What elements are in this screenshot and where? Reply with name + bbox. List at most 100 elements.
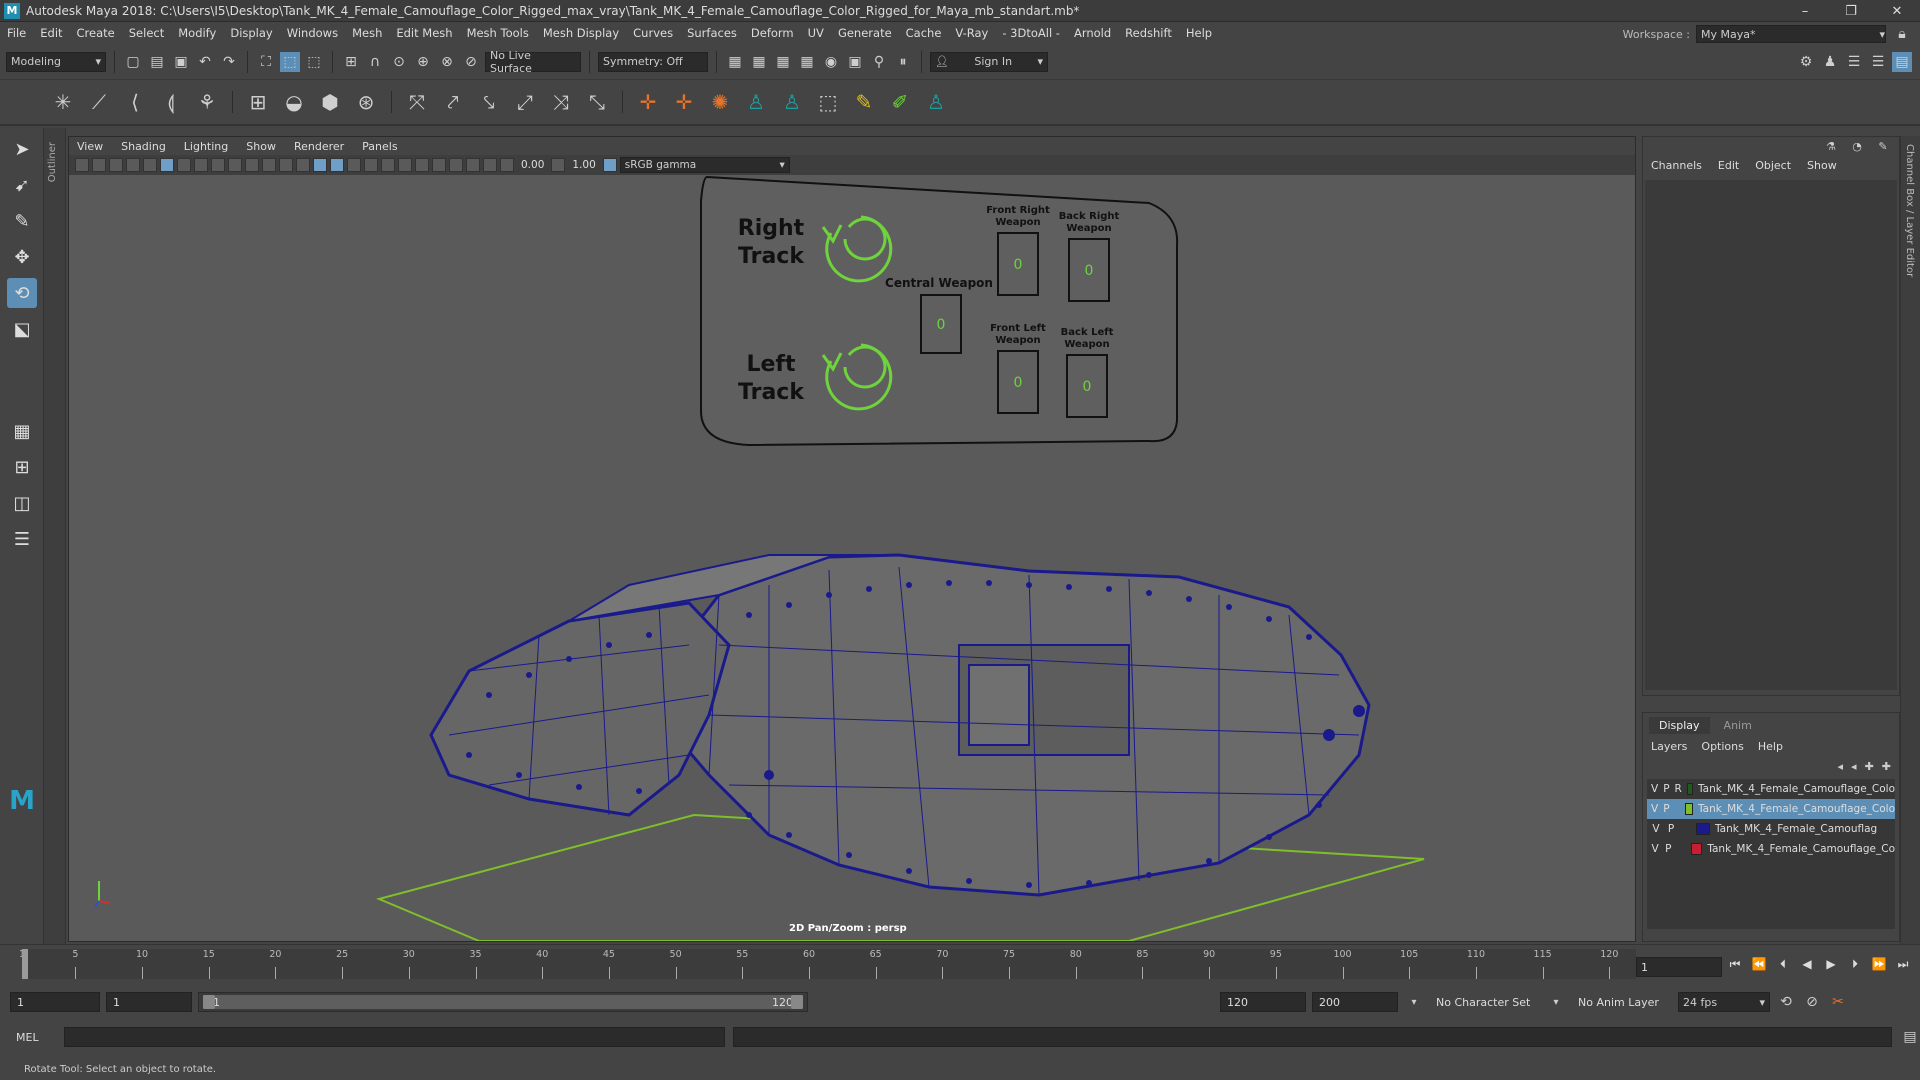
snap-surface-icon[interactable]: ⊗ [437, 52, 457, 72]
bind-skin-icon[interactable]: ⟬ [156, 87, 186, 117]
range-bar[interactable]: 1 120 [198, 992, 808, 1012]
outliner-layout-icon[interactable]: ☰ [7, 524, 37, 554]
quick-rig-icon[interactable]: ♙ [741, 87, 771, 117]
sculpt-icon[interactable]: ◒ [279, 87, 309, 117]
move-layer-up-icon[interactable]: ◂ [1838, 760, 1844, 773]
layer-playback-toggle[interactable]: P [1663, 803, 1669, 815]
four-view-icon[interactable]: ⊞ [7, 452, 37, 482]
camera-select-icon[interactable] [75, 158, 89, 172]
current-frame-field[interactable]: 1 [1636, 957, 1722, 977]
playback-start-field[interactable]: 1 [106, 992, 192, 1012]
menu-surfaces[interactable]: Surfaces [680, 26, 744, 40]
gate-mask-icon[interactable] [228, 158, 242, 172]
workspace-dropdown[interactable]: My Maya* ▾ [1696, 25, 1886, 43]
select-tool-icon[interactable]: ➤ [7, 134, 37, 164]
channel-box-ghost-icon[interactable]: ◔ [1847, 136, 1867, 156]
layer-row[interactable]: V P Tank_MK_4_Female_Camouflage_Co [1647, 839, 1895, 859]
scale-tool-icon[interactable]: ⬕ [7, 314, 37, 344]
channel-box-menu-object[interactable]: Object [1755, 159, 1791, 172]
constraint-parent-icon[interactable]: ⤧ [402, 87, 432, 117]
layer-playback-toggle[interactable]: P [1666, 823, 1676, 835]
script-editor-icon[interactable]: ▤ [1900, 1027, 1920, 1047]
menu-vray[interactable]: V-Ray [948, 26, 995, 40]
gamma-value[interactable]: 1.00 [568, 159, 599, 171]
layer-visibility-toggle[interactable]: V [1651, 823, 1661, 835]
redo-icon[interactable]: ↷ [219, 52, 239, 72]
viewport-canvas[interactable]: Right Track Left Track Central Weapon 0 … [69, 175, 1635, 941]
viewport-menu-view[interactable]: View [77, 140, 103, 153]
safe-action-icon[interactable] [262, 158, 276, 172]
render-setup-icon[interactable]: ▣ [845, 52, 865, 72]
film-gate-icon[interactable] [194, 158, 208, 172]
persp-outliner-icon[interactable]: ◫ [7, 488, 37, 518]
menu-help[interactable]: Help [1179, 26, 1219, 40]
render-icon[interactable]: ▦ [725, 52, 745, 72]
exposure-value[interactable]: 0.00 [517, 159, 548, 171]
menu-mesh-display[interactable]: Mesh Display [536, 26, 626, 40]
field-chart-icon[interactable] [245, 158, 259, 172]
loop-icon[interactable]: ⟲ [1776, 992, 1796, 1012]
step-forward-frame-icon[interactable]: ⏵ [1846, 957, 1864, 972]
chevron-down-icon[interactable]: ▾ [1546, 992, 1566, 1012]
save-scene-icon[interactable]: ▣ [171, 52, 191, 72]
pause-viewport-icon[interactable]: ⏸ [893, 52, 913, 72]
new-layer-icon[interactable]: ✚ [1865, 760, 1874, 773]
motion-blur-icon[interactable] [415, 158, 429, 172]
live-surface-field[interactable]: No Live Surface [485, 49, 581, 75]
constraint-orient-icon[interactable]: ⤥ [474, 87, 504, 117]
layer-menu-help[interactable]: Help [1758, 740, 1783, 753]
viewport-menu-lighting[interactable]: Lighting [184, 140, 228, 153]
menu-cache[interactable]: Cache [899, 26, 949, 40]
anim-layer-field[interactable]: No Anim Layer [1572, 992, 1672, 1012]
isolate-select-icon[interactable] [449, 158, 463, 172]
light-editor-icon[interactable]: ⚲ [869, 52, 889, 72]
menu-set-dropdown[interactable]: Modeling ▾ [6, 51, 106, 72]
new-layer-selected-icon[interactable]: ✚ [1882, 760, 1891, 773]
ik-handle-icon[interactable]: ⟋ [84, 87, 114, 117]
tab-display[interactable]: Display [1649, 717, 1710, 734]
channel-box-edit-icon[interactable]: ✎ [1873, 136, 1893, 156]
gamma-icon[interactable] [551, 158, 566, 172]
symmetry-dropdown[interactable]: Symmetry: Off [598, 51, 708, 72]
layer-color-swatch[interactable] [1686, 783, 1693, 795]
layer-row[interactable]: V P Tank_MK_4_Female_Camouflag [1647, 819, 1895, 839]
menu-create[interactable]: Create [70, 26, 122, 40]
constraint-pole-icon[interactable]: ⤡ [582, 87, 612, 117]
close-button[interactable]: ✕ [1874, 0, 1920, 22]
shadows-icon[interactable] [381, 158, 395, 172]
ik-spline-icon[interactable]: ⟨ [120, 87, 150, 117]
outliner-tab[interactable]: Outliner [44, 128, 66, 948]
maximize-button[interactable]: ❐ [1828, 0, 1874, 22]
layer-menu-options[interactable]: Options [1701, 740, 1743, 753]
menu-uv[interactable]: UV [801, 26, 831, 40]
ambient-occlusion-icon[interactable] [398, 158, 412, 172]
viewport-menu-panels[interactable]: Panels [362, 140, 397, 153]
channel-box-toggle-icon[interactable]: ⚗ [1821, 136, 1841, 156]
bookmark-icon[interactable] [109, 158, 123, 172]
snap-grid-icon[interactable]: ⊞ [341, 52, 361, 72]
locator-icon[interactable]: ✛ [633, 87, 663, 117]
colorspace-dropdown[interactable]: sRGB gamma ▾ [619, 157, 790, 173]
layer-playback-toggle[interactable]: P [1664, 843, 1672, 855]
viewport-menu-renderer[interactable]: Renderer [294, 140, 344, 153]
go-to-start-icon[interactable]: ⏮ [1726, 957, 1744, 972]
pose-icon[interactable]: ♙ [921, 87, 951, 117]
modeling-toolkit-icon[interactable]: ⚙ [1796, 52, 1816, 72]
range-start-handle[interactable] [203, 995, 215, 1009]
channel-box-menu-channels[interactable]: Channels [1651, 159, 1702, 172]
current-time-indicator[interactable] [22, 949, 28, 979]
rotate-tool-icon[interactable]: ⟲ [7, 278, 37, 308]
lights-icon[interactable] [364, 158, 378, 172]
menu-mesh[interactable]: Mesh [345, 26, 389, 40]
constraint-aim-icon[interactable]: ⤨ [546, 87, 576, 117]
new-scene-icon[interactable]: ▢ [123, 52, 143, 72]
layer-row[interactable]: V P Tank_MK_4_Female_Camouflage_Colo [1647, 799, 1895, 819]
layer-visibility-toggle[interactable]: V [1651, 843, 1659, 855]
render-view-icon[interactable]: ▦ [749, 52, 769, 72]
rig-joint-icon[interactable]: ✳ [48, 87, 78, 117]
render-settings-icon[interactable]: ▦ [797, 52, 817, 72]
layer-color-swatch[interactable] [1690, 843, 1703, 855]
menu-display[interactable]: Display [223, 26, 279, 40]
snap-live-icon[interactable]: ⊘ [461, 52, 481, 72]
viewport-menu-shading[interactable]: Shading [121, 140, 166, 153]
